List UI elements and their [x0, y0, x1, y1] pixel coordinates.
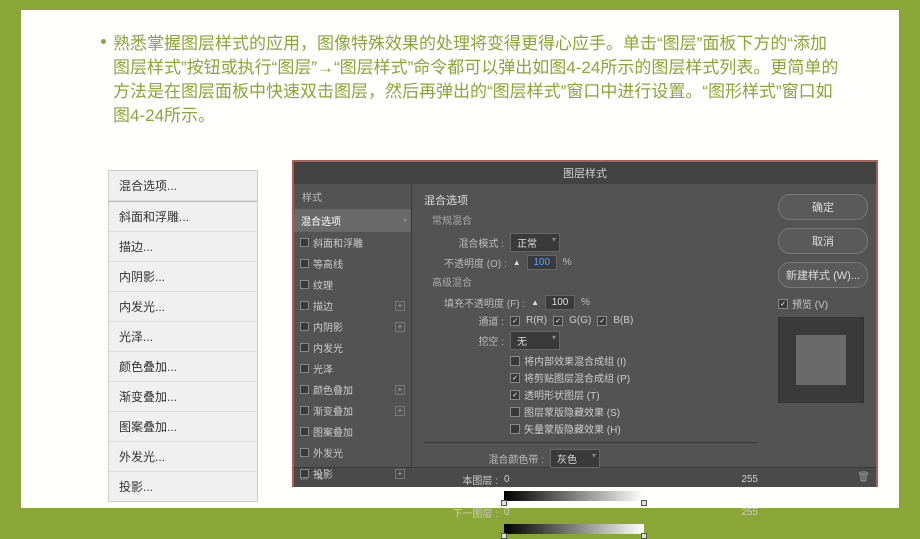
layer-style-dialog: 图层样式 样式 混合选项斜面和浮雕等高线纹理描边+内阴影+内发光光泽颜色叠加+渐… — [292, 160, 878, 487]
general-blend-label: 常规混合 — [432, 212, 758, 227]
menu-item[interactable]: 描边... — [109, 232, 257, 262]
blend-if-select[interactable]: 灰色 — [550, 449, 600, 468]
option-checkbox[interactable] — [510, 390, 520, 400]
style-list-item[interactable]: 描边+ — [294, 295, 411, 316]
style-list-item[interactable]: 混合选项 — [294, 209, 411, 232]
this-layer-slider[interactable] — [504, 491, 644, 501]
style-checkbox[interactable] — [300, 259, 309, 268]
style-checkbox[interactable] — [300, 448, 309, 457]
add-effect-icon[interactable]: + — [395, 469, 405, 479]
bullet — [101, 39, 106, 44]
style-checkbox[interactable] — [300, 301, 309, 310]
blend-options-panel: 混合选项 常规混合 混合模式 : 正常 不透明度 (O) : ▲ 100 % 高… — [412, 184, 770, 467]
style-list-item[interactable]: 光泽 — [294, 358, 411, 379]
trash-icon[interactable]: 🗑 — [857, 472, 870, 483]
style-list-item[interactable]: 渐变叠加+ — [294, 400, 411, 421]
dialog-buttons: 确定 取消 新建样式 (W)... 预览 (V) — [770, 184, 876, 467]
preview-box — [778, 317, 864, 403]
option-checkbox[interactable] — [510, 373, 520, 383]
advanced-blend-label: 高级混合 — [432, 274, 758, 289]
style-checkbox[interactable] — [300, 280, 309, 289]
style-list-item[interactable]: 投影+ — [294, 463, 411, 484]
menu-item[interactable]: 外发光... — [109, 442, 257, 472]
fill-opacity-label: 填充不透明度 (F) : — [444, 295, 525, 310]
menu-item[interactable]: 投影... — [109, 472, 257, 501]
style-list-item[interactable]: 斜面和浮雕 — [294, 232, 411, 253]
style-list-item[interactable]: 内阴影+ — [294, 316, 411, 337]
add-effect-icon[interactable]: + — [395, 322, 405, 332]
knockout-select[interactable]: 无 — [510, 331, 560, 350]
styles-header: 样式 — [294, 184, 411, 209]
menu-item[interactable]: 渐变叠加... — [109, 382, 257, 412]
styles-list: 样式 混合选项斜面和浮雕等高线纹理描边+内阴影+内发光光泽颜色叠加+渐变叠加+图… — [294, 184, 412, 467]
opacity-label: 不透明度 (O) : — [444, 255, 507, 270]
option-checkbox[interactable] — [510, 407, 520, 417]
menu-item[interactable]: 图案叠加... — [109, 412, 257, 442]
blend-mode-label: 混合模式 : — [444, 235, 504, 250]
style-checkbox[interactable] — [300, 427, 309, 436]
style-checkbox[interactable] — [300, 238, 309, 247]
description-text: 熟悉掌握图层样式的应用，图像特殊效果的处理将变得更得心应手。单击“图层”面板下方… — [113, 32, 839, 128]
style-checkbox[interactable] — [300, 322, 309, 331]
style-checkbox[interactable] — [300, 364, 309, 373]
percent-label: % — [563, 257, 572, 268]
menu-item[interactable]: 混合选项... — [109, 171, 257, 201]
style-list-item[interactable]: 颜色叠加+ — [294, 379, 411, 400]
style-list-item[interactable]: 内发光 — [294, 337, 411, 358]
new-style-button[interactable]: 新建样式 (W)... — [778, 262, 868, 288]
menu-item[interactable]: 斜面和浮雕... — [109, 202, 257, 232]
percent-label: % — [581, 297, 590, 308]
this-layer-label: 本图层 : — [444, 472, 498, 487]
preview-label: 预览 (V) — [792, 296, 828, 311]
dialog-title: 图层样式 — [294, 162, 876, 184]
preview-checkbox[interactable] — [778, 299, 788, 309]
style-list-item[interactable]: 图案叠加 — [294, 421, 411, 442]
style-list-item[interactable]: 等高线 — [294, 253, 411, 274]
slider-handle-icon[interactable]: ▲ — [513, 258, 521, 267]
add-effect-icon[interactable]: + — [395, 406, 405, 416]
menu-item[interactable]: 颜色叠加... — [109, 352, 257, 382]
style-list-item[interactable]: 外发光 — [294, 442, 411, 463]
section-title: 混合选项 — [424, 192, 758, 208]
option-checkbox[interactable] — [510, 356, 520, 366]
knockout-label: 挖空 : — [444, 333, 504, 348]
add-effect-icon[interactable]: + — [395, 385, 405, 395]
channel-g-checkbox[interactable] — [553, 316, 563, 326]
menu-item[interactable]: 内发光... — [109, 292, 257, 322]
blend-if-label: 混合颜色带 : — [484, 451, 544, 466]
menu-item[interactable]: 内阴影... — [109, 262, 257, 292]
fill-opacity-input[interactable]: 100 — [545, 295, 575, 310]
slider-handle-icon[interactable]: ▲ — [531, 298, 539, 307]
add-effect-icon[interactable]: + — [395, 301, 405, 311]
cancel-button[interactable]: 取消 — [778, 228, 868, 254]
style-checkbox[interactable] — [300, 406, 309, 415]
under-layer-slider[interactable] — [504, 524, 644, 534]
menu-item[interactable]: 光泽... — [109, 322, 257, 352]
style-list-item[interactable]: 纹理 — [294, 274, 411, 295]
layer-style-menu: 混合选项...斜面和浮雕...描边...内阴影...内发光...光泽...颜色叠… — [108, 170, 258, 502]
channels-label: 通道 : — [444, 313, 504, 328]
opacity-input[interactable]: 100 — [527, 255, 557, 270]
ok-button[interactable]: 确定 — [778, 194, 868, 220]
channel-b-checkbox[interactable] — [597, 316, 607, 326]
style-checkbox[interactable] — [300, 385, 309, 394]
option-checkbox[interactable] — [510, 424, 520, 434]
channel-r-checkbox[interactable] — [510, 316, 520, 326]
style-checkbox[interactable] — [300, 469, 309, 478]
blend-mode-select[interactable]: 正常 — [510, 233, 560, 252]
style-checkbox[interactable] — [300, 343, 309, 352]
